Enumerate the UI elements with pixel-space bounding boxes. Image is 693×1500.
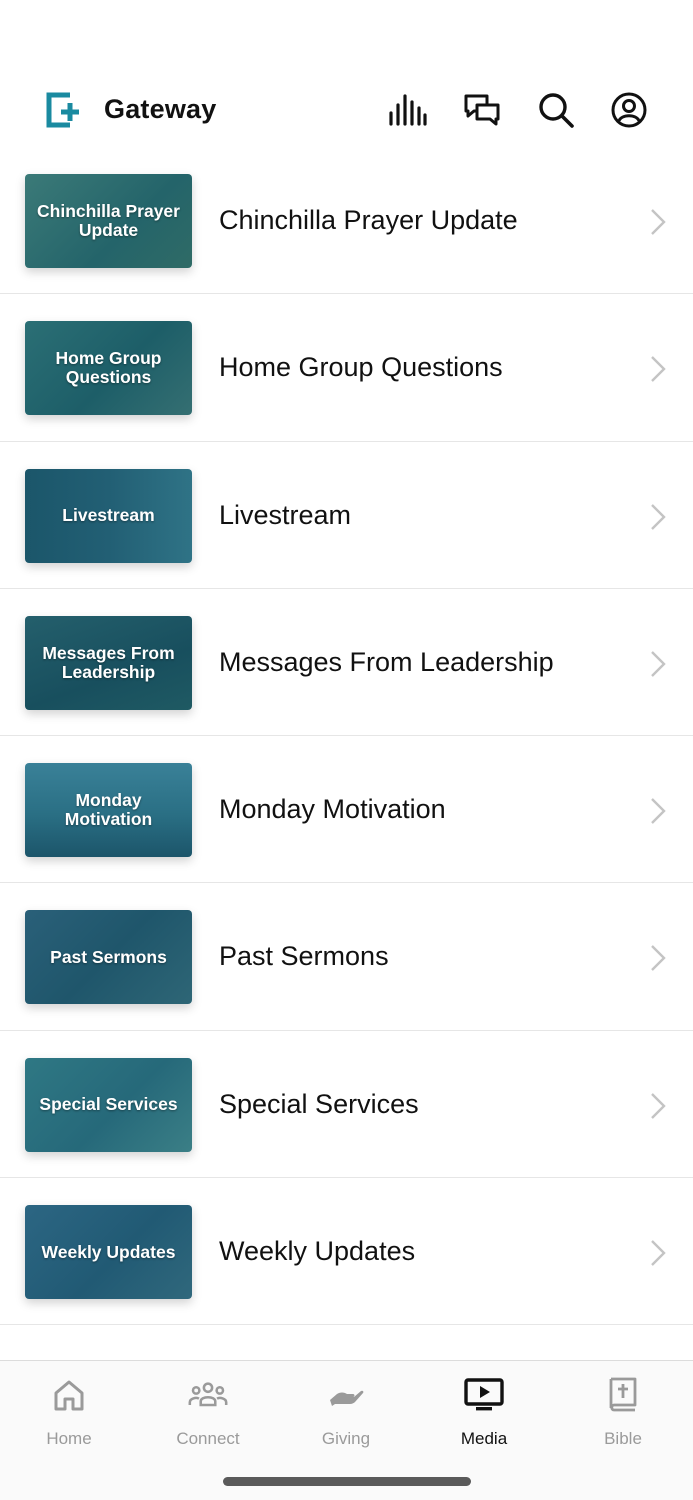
gateway-logo-icon bbox=[46, 92, 79, 128]
list-item[interactable]: Weekly Updates Weekly Updates bbox=[0, 1178, 693, 1326]
tab-home[interactable]: Home bbox=[0, 1361, 138, 1451]
media-title: Chinchilla Prayer Update bbox=[219, 205, 518, 235]
media-title: Past Sermons bbox=[219, 941, 389, 972]
media-title: Home Group Questions bbox=[219, 352, 503, 383]
media-thumbnail: Past Sermons bbox=[25, 910, 192, 1005]
audio-bars-icon[interactable] bbox=[388, 90, 428, 130]
list-item[interactable]: Chinchilla Prayer Update Chinchilla Pray… bbox=[0, 147, 693, 295]
list-item[interactable]: Past Sermons Past Sermons bbox=[0, 883, 693, 1031]
people-icon bbox=[188, 1375, 228, 1415]
media-thumbnail: Weekly Updates bbox=[25, 1205, 192, 1300]
bible-icon bbox=[603, 1375, 643, 1415]
list-item[interactable]: Monday Motivation Monday Motivation bbox=[0, 736, 693, 884]
chevron-right-icon bbox=[651, 1240, 666, 1266]
chevron-right-icon bbox=[651, 651, 666, 677]
media-thumbnail: Livestream bbox=[25, 468, 192, 563]
app-header: Gateway bbox=[0, 82, 693, 140]
media-thumbnail: Chinchilla Prayer Update bbox=[25, 174, 192, 268]
giving-hand-icon bbox=[326, 1375, 366, 1415]
tab-connect[interactable]: Connect bbox=[139, 1361, 277, 1451]
media-title: Livestream bbox=[219, 499, 352, 530]
media-title: Weekly Updates bbox=[219, 1236, 416, 1267]
media-title: Monday Motivation bbox=[219, 794, 446, 825]
media-thumbnail: Home Group Questions bbox=[25, 321, 192, 416]
media-title: Messages From Leadership bbox=[219, 646, 554, 677]
tab-media[interactable]: Media bbox=[415, 1361, 553, 1451]
search-icon[interactable] bbox=[536, 90, 576, 130]
chat-icon[interactable] bbox=[462, 90, 502, 130]
media-thumbnail: Special Services bbox=[25, 1057, 192, 1152]
media-list: Chinchilla Prayer Update Chinchilla Pray… bbox=[0, 147, 693, 1326]
list-item[interactable]: Special Services Special Services bbox=[0, 1031, 693, 1179]
media-thumbnail: Monday Motivation bbox=[25, 763, 192, 858]
home-icon bbox=[49, 1375, 89, 1415]
chevron-right-icon bbox=[651, 1092, 666, 1119]
list-item[interactable]: Home Group Questions Home Group Question… bbox=[0, 294, 693, 442]
brand-title: Gateway bbox=[104, 94, 217, 124]
chevron-right-icon bbox=[651, 798, 666, 825]
chevron-right-icon bbox=[651, 945, 666, 972]
tv-play-icon bbox=[464, 1375, 504, 1415]
tab-giving[interactable]: Giving bbox=[277, 1361, 415, 1451]
chevron-right-icon bbox=[651, 209, 666, 235]
list-item[interactable]: Messages From Leadership Messages From L… bbox=[0, 589, 693, 737]
home-indicator[interactable] bbox=[223, 1477, 471, 1486]
account-icon[interactable] bbox=[609, 90, 649, 130]
media-title: Special Services bbox=[219, 1088, 419, 1119]
tab-bible[interactable]: Bible bbox=[554, 1361, 692, 1451]
chevron-right-icon bbox=[651, 503, 666, 530]
media-thumbnail: Messages From Leadership bbox=[25, 615, 192, 710]
chevron-right-icon bbox=[651, 356, 666, 383]
list-item[interactable]: Livestream Livestream bbox=[0, 442, 693, 589]
